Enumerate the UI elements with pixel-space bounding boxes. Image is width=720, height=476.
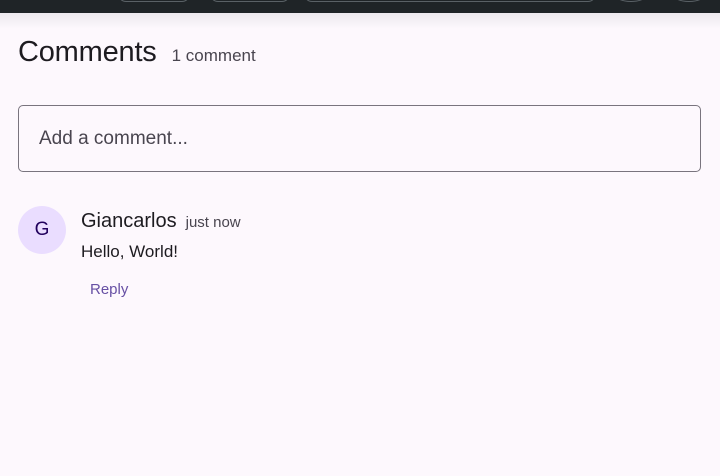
comment-meta: Giancarlos just now (81, 210, 241, 233)
top-toolbar (0, 0, 720, 13)
toolbar-field[interactable] (304, 0, 596, 2)
add-comment-input[interactable] (18, 105, 701, 172)
toolbar-icon-button[interactable] (614, 0, 648, 2)
comments-header: Comments 1 comment (18, 36, 256, 69)
page-title: Comments (18, 36, 157, 68)
avatar: G (18, 206, 66, 254)
toolbar-button[interactable] (210, 0, 290, 2)
comment-count: 1 comment (171, 46, 256, 65)
reply-button[interactable]: Reply (81, 274, 137, 304)
toolbar-icon-button[interactable] (672, 0, 706, 2)
comment-text: Hello, World! (81, 242, 178, 261)
toolbar-button[interactable] (118, 0, 190, 2)
toolbar-shadow (0, 13, 720, 29)
comment-author: Giancarlos (81, 210, 177, 232)
comment-timestamp: just now (185, 214, 241, 231)
